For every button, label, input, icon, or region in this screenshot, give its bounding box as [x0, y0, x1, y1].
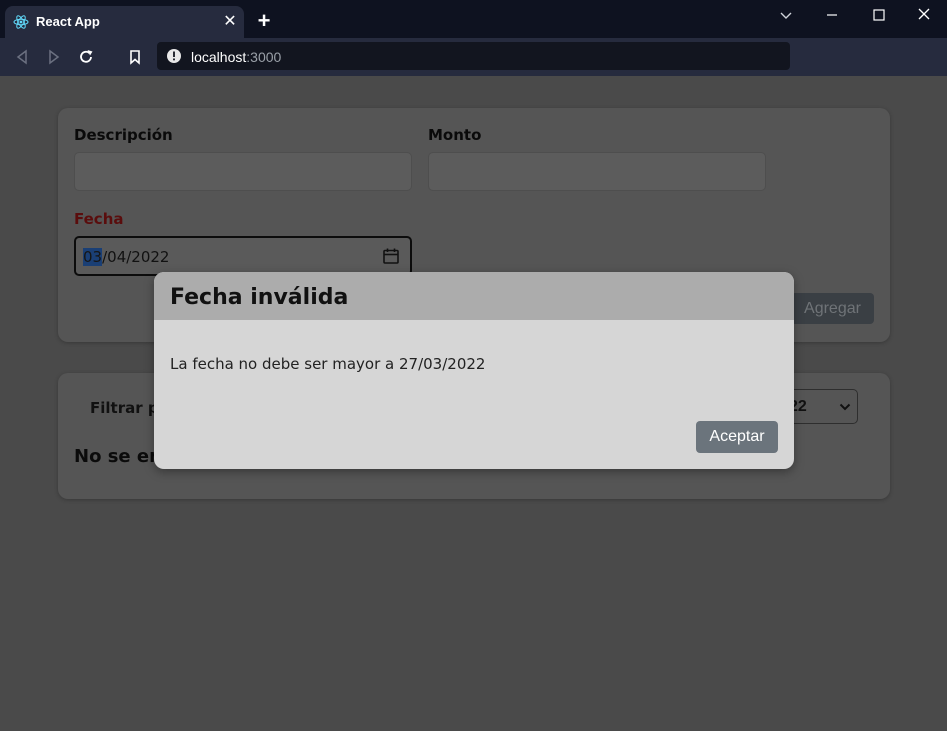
monto-label: Monto	[428, 126, 482, 144]
bookmark-icon[interactable]	[124, 46, 146, 68]
browser-titlebar: React App ✕ +	[0, 0, 947, 38]
back-icon[interactable]	[11, 46, 33, 68]
descripcion-input[interactable]	[74, 152, 412, 191]
address-bar[interactable]: localhost:3000	[157, 42, 790, 70]
aceptar-button[interactable]: Aceptar	[696, 421, 778, 453]
chevron-down-icon	[839, 403, 851, 411]
invalid-date-modal: Fecha inválida La fecha no debe ser mayo…	[154, 272, 794, 469]
minimize-icon[interactable]	[820, 6, 844, 26]
agregar-button[interactable]: Agregar	[791, 293, 874, 324]
fecha-day-selected: 03	[83, 248, 103, 266]
maximize-icon[interactable]	[866, 6, 890, 26]
url-text: localhost:3000	[191, 49, 281, 65]
url-host: localhost	[191, 49, 247, 65]
browser-toolbar: localhost:3000	[0, 38, 947, 76]
descripcion-label: Descripción	[74, 126, 173, 144]
reload-icon[interactable]	[75, 46, 97, 68]
react-icon	[13, 15, 29, 29]
modal-title: Fecha inválida	[170, 285, 349, 310]
url-port: :3000	[246, 49, 282, 65]
forward-icon[interactable]	[43, 46, 65, 68]
window-close-icon[interactable]	[912, 6, 936, 26]
tab-search-chevron-icon[interactable]	[774, 6, 798, 26]
monto-input[interactable]	[428, 152, 766, 191]
info-icon[interactable]	[166, 48, 182, 64]
fecha-date-input[interactable]: 03/04/2022	[74, 236, 412, 276]
modal-header: Fecha inválida	[154, 272, 794, 320]
new-tab-icon[interactable]: +	[255, 10, 273, 32]
tab-close-icon[interactable]: ✕	[222, 14, 238, 30]
tab-title: React App	[36, 14, 100, 29]
browser-tab[interactable]: React App ✕	[5, 6, 244, 38]
fecha-month-year: /04/2022	[102, 248, 170, 266]
fecha-value: 03/04/2022	[83, 248, 169, 266]
calendar-icon[interactable]	[382, 247, 400, 265]
modal-message: La fecha no debe ser mayor a 27/03/2022	[170, 355, 486, 373]
fecha-label: Fecha	[74, 210, 124, 228]
